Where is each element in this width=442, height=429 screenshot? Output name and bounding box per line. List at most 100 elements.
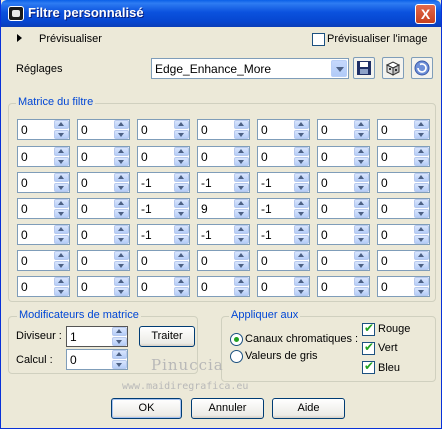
spin-up-icon[interactable]: [54, 147, 69, 156]
spin-up-icon[interactable]: [114, 225, 129, 234]
matrix-cell-spinner[interactable]: 0: [77, 224, 130, 245]
spin-down-icon[interactable]: [294, 261, 309, 270]
spin-down-icon[interactable]: [114, 261, 129, 270]
spin-up-icon[interactable]: [114, 277, 129, 286]
ok-button[interactable]: OK: [111, 398, 182, 419]
matrix-cell-spinner[interactable]: 0: [317, 198, 370, 219]
spin-down-icon[interactable]: [354, 157, 369, 166]
reset-button[interactable]: [411, 57, 433, 79]
matrix-cell-spinner[interactable]: -1: [257, 198, 310, 219]
matrix-cell-spinner[interactable]: 0: [77, 198, 130, 219]
matrix-cell-spin-buttons[interactable]: [414, 225, 429, 244]
spin-up-icon[interactable]: [354, 120, 369, 129]
matrix-cell-spinner[interactable]: 0: [197, 276, 250, 297]
matrix-cell-spin-buttons[interactable]: [234, 120, 249, 139]
spin-down-icon[interactable]: [294, 130, 309, 139]
matrix-cell-spinner[interactable]: 0: [197, 250, 250, 271]
matrix-cell-spinner[interactable]: 0: [377, 198, 430, 219]
spin-up-icon[interactable]: [114, 147, 129, 156]
green-label[interactable]: Vert: [378, 342, 398, 354]
matrix-cell-spinner[interactable]: 0: [257, 119, 310, 140]
matrix-cell-spin-buttons[interactable]: [54, 251, 69, 270]
matrix-cell-spin-buttons[interactable]: [54, 277, 69, 296]
spin-up-icon[interactable]: [234, 199, 249, 208]
spin-up-icon[interactable]: [54, 120, 69, 129]
matrix-cell-spin-buttons[interactable]: [294, 173, 309, 192]
spin-down-icon[interactable]: [294, 287, 309, 296]
matrix-cell-spinner[interactable]: 0: [17, 224, 70, 245]
matrix-cell-spin-buttons[interactable]: [114, 147, 129, 166]
spin-up-icon[interactable]: [54, 225, 69, 234]
matrix-cell-spin-buttons[interactable]: [234, 147, 249, 166]
matrix-cell-spin-buttons[interactable]: [114, 120, 129, 139]
spin-down-icon[interactable]: [54, 183, 69, 192]
spin-down-icon[interactable]: [114, 209, 129, 218]
matrix-cell-spinner[interactable]: 0: [17, 276, 70, 297]
spin-down-icon[interactable]: [174, 261, 189, 270]
spin-down-icon[interactable]: [354, 261, 369, 270]
spin-down-icon[interactable]: [112, 360, 127, 369]
matrix-cell-spinner[interactable]: 0: [77, 146, 130, 167]
spin-up-icon[interactable]: [174, 277, 189, 286]
spin-up-icon[interactable]: [354, 225, 369, 234]
bias-spin-buttons[interactable]: [112, 350, 127, 369]
spin-down-icon[interactable]: [112, 337, 127, 346]
spin-up-icon[interactable]: [114, 173, 129, 182]
spin-up-icon[interactable]: [114, 251, 129, 260]
spin-up-icon[interactable]: [414, 173, 429, 182]
spin-up-icon[interactable]: [112, 327, 127, 336]
matrix-cell-spin-buttons[interactable]: [114, 225, 129, 244]
spin-down-icon[interactable]: [414, 183, 429, 192]
matrix-cell-spin-buttons[interactable]: [354, 147, 369, 166]
matrix-cell-spin-buttons[interactable]: [294, 147, 309, 166]
spin-up-icon[interactable]: [354, 251, 369, 260]
matrix-cell-spin-buttons[interactable]: [354, 277, 369, 296]
blue-checkbox[interactable]: [362, 359, 375, 374]
spin-up-icon[interactable]: [294, 225, 309, 234]
matrix-cell-spinner[interactable]: 0: [317, 224, 370, 245]
spin-down-icon[interactable]: [354, 209, 369, 218]
matrix-cell-spinner[interactable]: 0: [137, 250, 190, 271]
matrix-cell-spinner[interactable]: 0: [77, 250, 130, 271]
matrix-cell-spin-buttons[interactable]: [294, 199, 309, 218]
spin-down-icon[interactable]: [174, 157, 189, 166]
matrix-cell-spin-buttons[interactable]: [234, 199, 249, 218]
matrix-cell-spin-buttons[interactable]: [354, 225, 369, 244]
spin-down-icon[interactable]: [114, 287, 129, 296]
matrix-cell-spinner[interactable]: 0: [377, 172, 430, 193]
spin-down-icon[interactable]: [234, 209, 249, 218]
spin-down-icon[interactable]: [294, 209, 309, 218]
spin-up-icon[interactable]: [54, 251, 69, 260]
matrix-cell-spinner[interactable]: 0: [377, 119, 430, 140]
spin-down-icon[interactable]: [174, 209, 189, 218]
spin-up-icon[interactable]: [234, 251, 249, 260]
matrix-cell-spinner[interactable]: 0: [17, 119, 70, 140]
matrix-cell-spin-buttons[interactable]: [54, 225, 69, 244]
spin-down-icon[interactable]: [354, 183, 369, 192]
spin-down-icon[interactable]: [174, 183, 189, 192]
spin-down-icon[interactable]: [54, 157, 69, 166]
matrix-cell-spinner[interactable]: 0: [17, 198, 70, 219]
spin-up-icon[interactable]: [234, 277, 249, 286]
matrix-cell-spin-buttons[interactable]: [114, 199, 129, 218]
spin-up-icon[interactable]: [354, 173, 369, 182]
grayscale-radio[interactable]: [230, 350, 243, 363]
spin-down-icon[interactable]: [54, 261, 69, 270]
matrix-cell-spin-buttons[interactable]: [294, 251, 309, 270]
spin-down-icon[interactable]: [414, 157, 429, 166]
matrix-cell-spin-buttons[interactable]: [54, 120, 69, 139]
matrix-cell-spinner[interactable]: 0: [137, 146, 190, 167]
spin-up-icon[interactable]: [114, 199, 129, 208]
preview-label[interactable]: Prévisualiser: [39, 33, 102, 45]
spin-down-icon[interactable]: [294, 157, 309, 166]
red-checkbox[interactable]: [362, 321, 375, 336]
spin-up-icon[interactable]: [354, 147, 369, 156]
spin-up-icon[interactable]: [294, 251, 309, 260]
matrix-cell-spin-buttons[interactable]: [414, 251, 429, 270]
spin-down-icon[interactable]: [234, 183, 249, 192]
spin-down-icon[interactable]: [414, 287, 429, 296]
matrix-cell-spinner[interactable]: -1: [197, 224, 250, 245]
spin-up-icon[interactable]: [54, 277, 69, 286]
spin-up-icon[interactable]: [234, 147, 249, 156]
preset-combo[interactable]: Edge_Enhance_More: [151, 58, 349, 79]
